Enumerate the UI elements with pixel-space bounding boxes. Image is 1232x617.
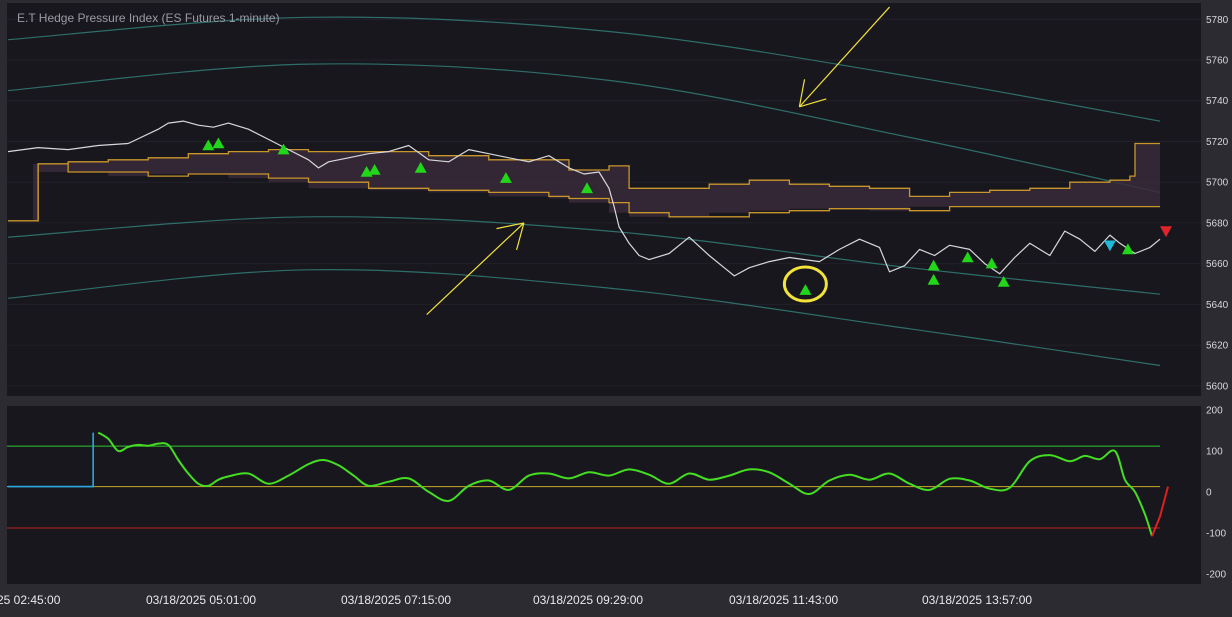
price-y-tick-label: 5700 <box>1206 178 1229 189</box>
price-y-tick-label: 5620 <box>1206 341 1229 352</box>
oscillator-y-tick-label: 0 <box>1206 487 1212 498</box>
time-axis-label: 03/18/2025 05:01:00 <box>146 593 256 607</box>
price-y-axis: 5780 5760 5740 5720 5700 5680 5660 5640 5620 5600 <box>1206 15 1229 393</box>
chart-title: E.T Hedge Pressure Index (ES Futures 1-m… <box>17 11 280 25</box>
time-axis-label: 03/18/2025 11:43:00 <box>729 593 839 607</box>
time-axis-label: 03/18/2025 09:29:00 <box>533 593 643 607</box>
time-axis-label: 25 02:45:00 <box>0 593 61 607</box>
oscillator-y-tick-label: 200 <box>1206 406 1223 417</box>
price-y-tick-label: 5660 <box>1206 259 1229 270</box>
oscillator-y-axis: 200 100 0 -100 -200 <box>1206 406 1226 581</box>
price-y-tick-label: 5640 <box>1206 300 1229 311</box>
oscillator-panel-background <box>7 406 1201 584</box>
price-y-tick-label: 5740 <box>1206 96 1229 107</box>
time-axis: 25 02:45:00 03/18/2025 05:01:00 03/18/2025… <box>0 593 1032 607</box>
price-y-tick-label: 5780 <box>1206 15 1229 26</box>
oscillator-y-tick-label: -100 <box>1206 528 1226 539</box>
price-y-tick-label: 5720 <box>1206 137 1229 148</box>
price-y-tick-label: 5680 <box>1206 218 1229 229</box>
time-axis-label: 03/18/2025 07:15:00 <box>341 593 451 607</box>
oscillator-y-tick-label: 100 <box>1206 447 1223 458</box>
price-y-tick-label: 5600 <box>1206 381 1229 392</box>
time-axis-label: 03/18/2025 13:57:00 <box>922 593 1032 607</box>
oscillator-y-tick-label: -200 <box>1206 569 1226 580</box>
price-y-tick-label: 5760 <box>1206 56 1229 67</box>
chart-root: 5780 5760 5740 5720 5700 5680 5660 5640 5620 5600… <box>0 3 1229 607</box>
